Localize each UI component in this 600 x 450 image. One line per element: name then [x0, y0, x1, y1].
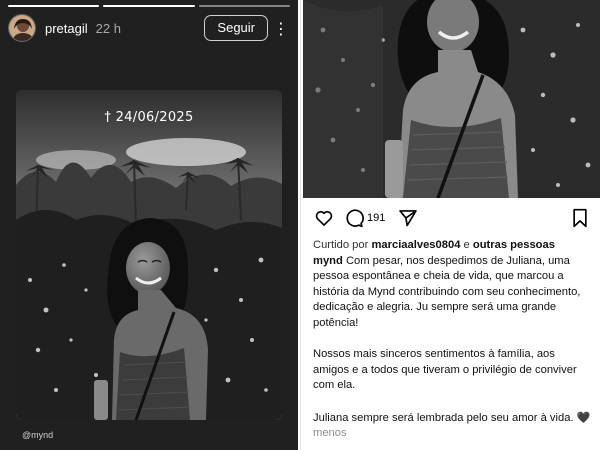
comment-count: 191 — [367, 212, 386, 224]
post-photo-illustration — [303, 0, 600, 198]
liked-user-link[interactable]: marciaalves0804 — [371, 239, 460, 251]
story-watermark: @mynd — [22, 430, 54, 440]
post-actions-bar: 191 — [313, 206, 591, 230]
progress-segment — [8, 5, 100, 7]
caption-username[interactable]: mynd — [313, 255, 343, 267]
liked-and: e — [463, 239, 470, 251]
progress-segment — [103, 5, 195, 7]
post-caption: Curtido por marciaalves0804 e outras pes… — [313, 238, 593, 442]
story-photo-illustration — [16, 90, 282, 420]
liked-prefix: Curtido por — [313, 239, 369, 251]
story-username[interactable]: pretagil — [45, 21, 88, 36]
follow-button[interactable]: Seguir — [204, 15, 268, 41]
post-image — [303, 0, 600, 198]
caption-text-1: Com pesar, nos despedimos de Juliana, um… — [313, 254, 581, 329]
liked-others-link[interactable]: outras pessoas — [473, 239, 555, 251]
caption-text-3: Juliana sempre será lembrada pelo seu am… — [313, 411, 574, 424]
caption-paragraph-1: mynd Com pesar, nos despedimos de Julian… — [313, 254, 593, 332]
more-vertical-icon[interactable]: ⋮ — [272, 19, 290, 38]
story-progress-bar — [8, 5, 290, 7]
story-timestamp: 22 h — [95, 20, 121, 36]
story-header: pretagil 22 h Seguir ⋮ — [8, 12, 290, 44]
avatar[interactable] — [8, 14, 36, 42]
less-link[interactable]: menos — [313, 427, 347, 439]
progress-segment — [198, 5, 290, 7]
black-heart-icon: 🖤 — [576, 410, 591, 424]
comment-icon[interactable] — [343, 207, 365, 229]
story-date-text: † 24/06/2025 — [104, 110, 194, 125]
heart-icon[interactable] — [313, 207, 335, 229]
story-view: pretagil 22 h Seguir ⋮ † 24/06/2025 @myn… — [0, 0, 298, 450]
share-icon[interactable] — [397, 207, 419, 229]
caption-paragraph-3: Juliana sempre será lembrada pelo seu am… — [313, 410, 593, 442]
bookmark-icon[interactable] — [569, 207, 591, 229]
caption-paragraph-2: Nossos mais sinceros sentimentos à famíl… — [313, 348, 577, 392]
liked-by-line: Curtido por marciaalves0804 e outras pes… — [313, 238, 593, 254]
post-view: 191 Curtido por marciaalves0804 e outras… — [300, 0, 600, 450]
story-image: † 24/06/2025 — [16, 90, 282, 420]
